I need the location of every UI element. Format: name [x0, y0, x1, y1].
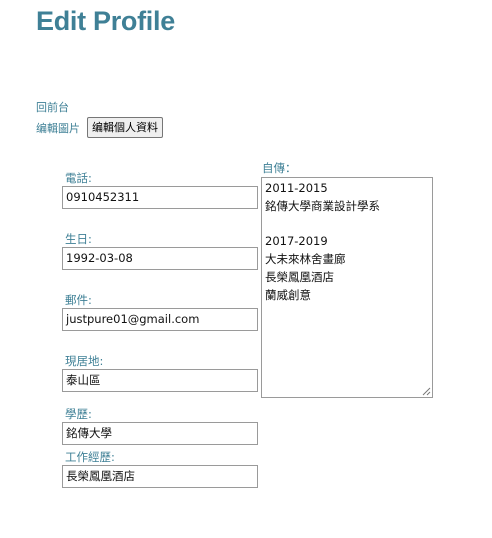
email-field[interactable]: justpure01@gmail.com: [62, 308, 258, 331]
education-field[interactable]: 銘傳大學: [62, 422, 258, 445]
edit-profile-page: Edit Profile 回前台 编輯圖片 编輯個人資料 電話: 0910452…: [0, 0, 492, 538]
phone-label: 電話:: [65, 171, 92, 185]
bio-line: [265, 216, 429, 234]
page-title: Edit Profile: [36, 6, 175, 36]
experience-field[interactable]: 長榮鳳凰酒店: [62, 465, 258, 488]
bio-line: 大未來林舍畫廊: [265, 252, 346, 267]
education-label: 學歷:: [65, 407, 92, 421]
resize-grip-icon[interactable]: [422, 387, 431, 396]
bio-line: 2011-2015: [265, 181, 328, 195]
back-to-frontend-link[interactable]: 回前台: [36, 99, 69, 115]
edit-profile-button[interactable]: 编輯個人資料: [87, 117, 163, 138]
bio-label: 自傳：: [262, 161, 297, 175]
bio-line: 蘭威創意: [265, 287, 311, 302]
birthday-label: 生日:: [65, 232, 92, 246]
phone-field[interactable]: 0910452311: [62, 186, 258, 209]
experience-label: 工作經歷:: [65, 450, 115, 464]
bio-line: 長榮鳳凰酒店: [265, 269, 334, 284]
bio-textarea[interactable]: 2011-2015 銘傳大學商業設計學系 2017-2019 大未來林舍畫廊 長…: [261, 177, 433, 398]
birthday-field[interactable]: 1992-03-08: [62, 247, 258, 270]
edit-picture-link[interactable]: 编輯圖片: [36, 120, 80, 136]
email-label: 郵件:: [65, 293, 92, 307]
bio-line: 銘傳大學商業設計學系: [265, 198, 380, 213]
bio-line: 2017-2019: [265, 234, 328, 249]
location-field[interactable]: 泰山區: [62, 369, 258, 392]
location-label: 現居地:: [65, 354, 104, 368]
